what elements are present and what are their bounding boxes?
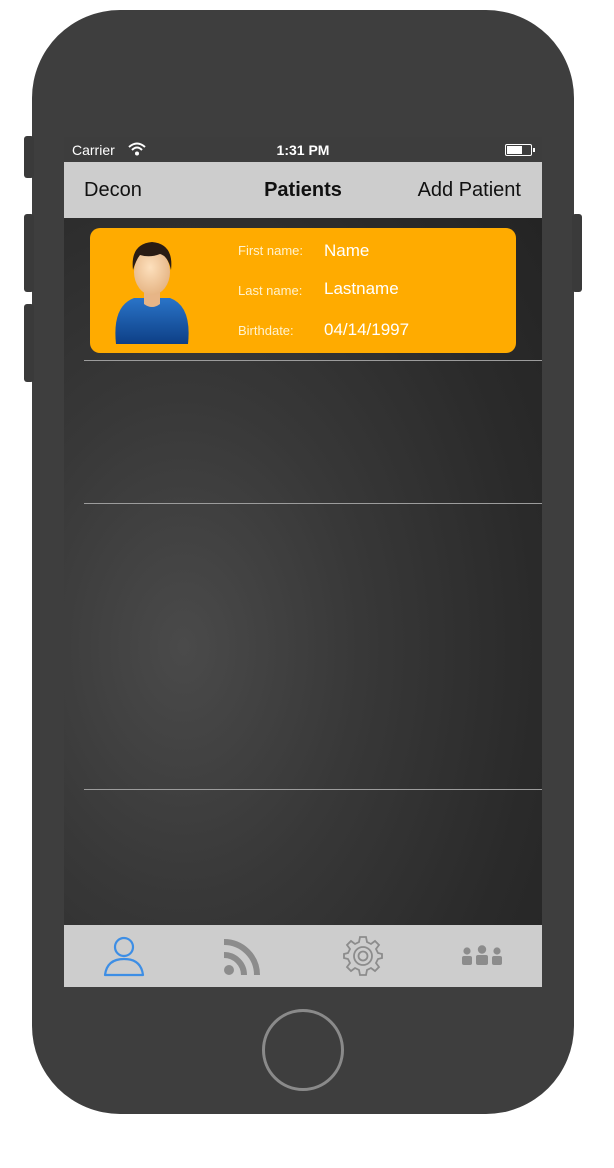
rss-feed-icon <box>224 939 261 976</box>
power-button <box>572 214 582 292</box>
row-divider <box>84 360 542 361</box>
patient-card[interactable]: First name: Name Last name: Lastname Bir… <box>90 228 516 353</box>
tab-groups[interactable] <box>423 925 543 987</box>
person-icon <box>103 936 144 977</box>
row-divider <box>84 503 542 504</box>
last-name-value: Lastname <box>324 279 399 298</box>
volume-down-button <box>24 304 34 382</box>
birthdate-label: Birthdate: <box>238 323 294 338</box>
silent-switch <box>24 136 34 178</box>
home-button[interactable] <box>262 1009 344 1091</box>
add-patient-button[interactable]: Add Patient <box>418 179 521 202</box>
last-name-label: Last name: <box>238 283 303 298</box>
first-name-label: First name: <box>238 243 304 258</box>
decon-button[interactable]: Decon <box>84 179 142 202</box>
tab-settings[interactable] <box>303 925 423 987</box>
first-name-value: Name <box>324 241 370 260</box>
birthdate-value: 04/14/1997 <box>324 320 410 339</box>
navigation-bar: Decon Patients Add Patient <box>64 162 542 218</box>
battery-icon <box>505 144 535 156</box>
status-time: 1:31 PM <box>276 142 330 158</box>
tab-patients[interactable] <box>64 925 184 987</box>
tab-feed[interactable] <box>184 925 304 987</box>
gear-icon <box>342 936 383 976</box>
row-divider <box>84 789 542 790</box>
tab-bar <box>64 925 542 987</box>
volume-up-button <box>24 214 34 292</box>
app-screen: Carrier 1:31 PM Decon Patients Add Patie… <box>64 137 542 987</box>
status-bar: Carrier 1:31 PM <box>64 137 542 162</box>
male-avatar-icon <box>115 242 189 344</box>
group-icon <box>462 945 503 965</box>
